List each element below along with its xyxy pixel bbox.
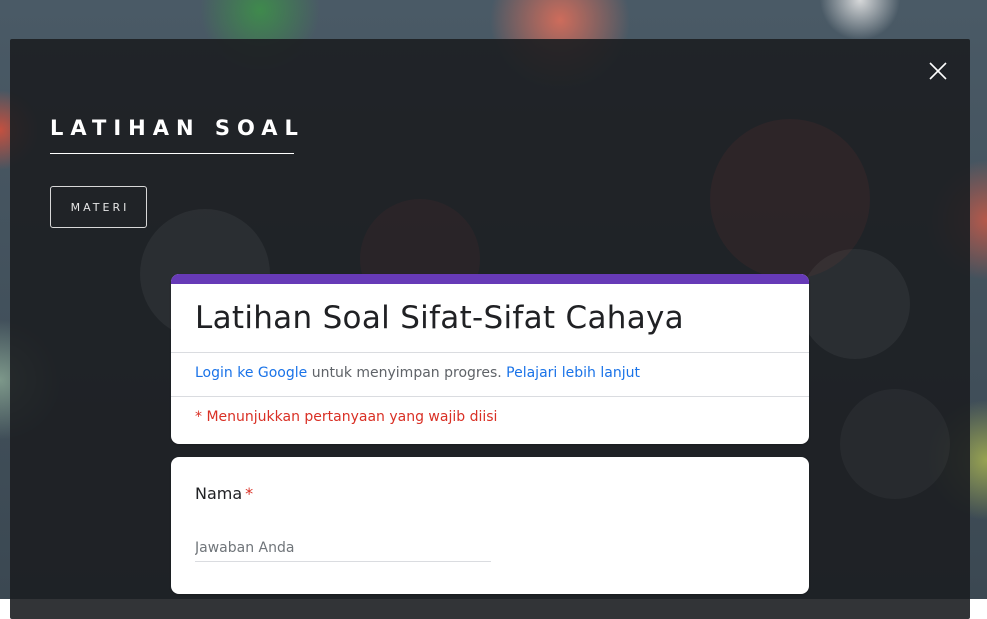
close-icon[interactable]: [928, 61, 948, 81]
required-note: * Menunjukkan pertanyaan yang wajib diis…: [195, 409, 498, 425]
question-title: Nama: [195, 484, 243, 503]
title-underline: [50, 153, 294, 154]
question-label: Nama *: [195, 484, 253, 503]
materi-button[interactable]: MATERI: [50, 186, 147, 228]
login-link[interactable]: Login ke Google: [195, 365, 307, 381]
name-answer-input[interactable]: [195, 535, 491, 562]
form-header-card: Latihan Soal Sifat-Sifat Cahaya Login ke…: [171, 274, 809, 444]
form-accent-bar: [171, 274, 809, 284]
divider: [171, 352, 809, 353]
divider: [171, 396, 809, 397]
question-card: Nama *: [171, 457, 809, 594]
required-marker: *: [245, 484, 254, 503]
page-title: LATIHAN SOAL: [50, 116, 305, 140]
login-text: untuk menyimpan progres.: [307, 365, 507, 381]
learn-more-link[interactable]: Pelajari lebih lanjut: [506, 365, 640, 381]
login-prompt: Login ke Google untuk menyimpan progres.…: [195, 365, 640, 381]
form-title: Latihan Soal Sifat-Sifat Cahaya: [195, 300, 684, 336]
